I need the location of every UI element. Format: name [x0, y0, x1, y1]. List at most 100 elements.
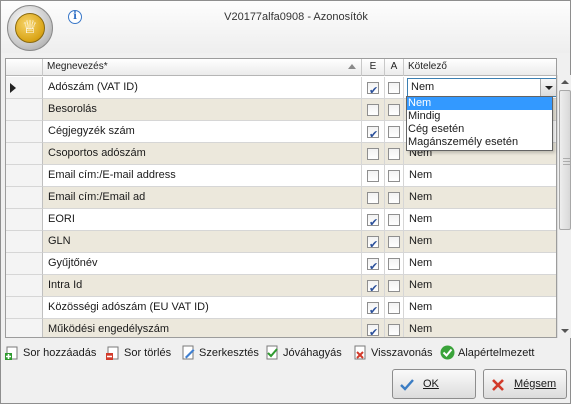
approve-button[interactable]: Jóváhagyás	[265, 344, 342, 362]
cell-name[interactable]: Adószám (VAT ID)	[43, 77, 362, 99]
cell-kotelezo[interactable]: Nem	[404, 165, 556, 187]
row-indicator[interactable]	[6, 297, 43, 319]
cell-name[interactable]: Besorolás	[43, 99, 362, 121]
table-row[interactable]: EORI Nem	[6, 209, 556, 231]
delete-row-label: Sor törlés	[124, 347, 172, 359]
checkbox-e[interactable]	[367, 148, 379, 160]
row-indicator[interactable]	[6, 99, 43, 121]
column-header-name[interactable]: Megnevezés*	[43, 59, 362, 76]
table-row[interactable]: Intra Id Nem	[6, 275, 556, 297]
cell-kotelezo[interactable]: Nem	[404, 297, 556, 319]
checkbox-e[interactable]	[367, 192, 379, 204]
cell-a	[385, 297, 404, 319]
row-indicator[interactable]	[6, 121, 43, 143]
checkbox-a[interactable]	[388, 104, 400, 116]
app-logo[interactable]: ♕	[7, 5, 53, 51]
cell-name[interactable]: Gyűjtőnév	[43, 253, 362, 275]
cell-name[interactable]: EORI	[43, 209, 362, 231]
row-indicator[interactable]	[6, 77, 43, 99]
current-row-pointer-icon	[10, 83, 16, 93]
checkbox-e[interactable]	[367, 322, 379, 337]
row-indicator[interactable]	[6, 319, 43, 337]
table-row[interactable]: Email cím:/E-mail address Nem	[6, 165, 556, 187]
row-indicator[interactable]	[6, 275, 43, 297]
cell-name[interactable]: Cégjegyzék szám	[43, 121, 362, 143]
cell-kotelezo[interactable]: Nem	[404, 187, 556, 209]
ok-label: OK	[423, 378, 439, 390]
dropdown-option-ceg-eseten[interactable]: Cég esetén	[407, 123, 552, 136]
cell-kotelezo[interactable]: Nem	[404, 253, 556, 275]
revert-button[interactable]: Visszavonás	[353, 344, 433, 362]
cell-e	[362, 77, 385, 99]
row-indicator[interactable]	[6, 187, 43, 209]
edit-button[interactable]: Szerkesztés	[181, 344, 259, 362]
delete-row-button[interactable]: Sor törlés	[106, 344, 171, 362]
scroll-up-icon[interactable]	[558, 75, 571, 89]
ok-button[interactable]: OK	[392, 369, 476, 399]
checkbox-e[interactable]	[367, 212, 379, 230]
cell-a	[385, 99, 404, 121]
row-indicator[interactable]	[6, 165, 43, 187]
column-header-a[interactable]: A	[385, 59, 404, 76]
checkbox-e[interactable]	[367, 170, 379, 182]
scroll-thumb[interactable]: — — —	[559, 90, 571, 230]
grid-vertical-scrollbar[interactable]: — — —	[557, 75, 571, 338]
checkbox-a[interactable]	[388, 258, 400, 270]
cell-kotelezo[interactable]: Nem	[404, 319, 556, 337]
kotelezo-combobox[interactable]: Nem	[407, 78, 556, 97]
cell-name[interactable]: Közösségi adószám (EU VAT ID)	[43, 297, 362, 319]
checkbox-e[interactable]	[367, 80, 379, 98]
cell-name[interactable]: GLN	[43, 231, 362, 253]
checkbox-a[interactable]	[388, 324, 400, 336]
row-indicator[interactable]	[6, 209, 43, 231]
dropdown-option-mindig[interactable]: Mindig	[407, 110, 552, 123]
dialog-window: ♕ i V20177alfa0908 - Azonosítók Megnevez…	[0, 0, 571, 404]
checkbox-e[interactable]	[367, 256, 379, 274]
row-indicator[interactable]	[6, 143, 43, 165]
cell-kotelezo[interactable]: Nem	[404, 231, 556, 253]
column-header-kotelezo[interactable]: Kötelező	[404, 59, 556, 76]
dropdown-option-nem[interactable]: Nem	[407, 97, 552, 110]
cell-name[interactable]: Működési engedélyszám	[43, 319, 362, 337]
cell-kotelezo[interactable]: Nem	[404, 209, 556, 231]
cell-name[interactable]: Intra Id	[43, 275, 362, 297]
checkbox-a[interactable]	[388, 148, 400, 160]
add-row-button[interactable]: Sor hozzáadás	[5, 344, 96, 362]
checkbox-e[interactable]	[367, 124, 379, 142]
table-row[interactable]: Közösségi adószám (EU VAT ID) Nem	[6, 297, 556, 319]
table-row[interactable]: GLN Nem	[6, 231, 556, 253]
checkbox-a[interactable]	[388, 82, 400, 94]
edit-icon	[182, 345, 195, 360]
checkbox-e[interactable]	[367, 234, 379, 252]
scroll-down-icon[interactable]	[558, 324, 571, 338]
checkbox-a[interactable]	[388, 126, 400, 138]
checkbox-a[interactable]	[388, 302, 400, 314]
checkbox-a[interactable]	[388, 214, 400, 226]
checkbox-a[interactable]	[388, 280, 400, 292]
cell-e	[362, 297, 385, 319]
checkbox-e[interactable]	[367, 278, 379, 296]
dropdown-option-maganszemely-eseten[interactable]: Magánszemély esetén	[407, 136, 552, 149]
cell-kotelezo[interactable]: Nem	[404, 275, 556, 297]
checkbox-a[interactable]	[388, 170, 400, 182]
cancel-button[interactable]: Mégsem	[483, 369, 567, 399]
table-row[interactable]: Gyűjtőnév Nem	[6, 253, 556, 275]
checkbox-a[interactable]	[388, 192, 400, 204]
checkbox-e[interactable]	[367, 300, 379, 318]
table-row[interactable]: Email cím:/Email ad Nem	[6, 187, 556, 209]
row-indicator[interactable]	[6, 253, 43, 275]
default-button[interactable]: Alapértelmezett	[440, 344, 534, 362]
checkbox-a[interactable]	[388, 236, 400, 248]
chevron-down-icon[interactable]	[540, 79, 556, 96]
table-row[interactable]: Működési engedélyszám Nem	[6, 319, 556, 337]
row-indicator[interactable]	[6, 231, 43, 253]
info-icon[interactable]: i	[68, 10, 82, 24]
checkbox-e[interactable]	[367, 104, 379, 116]
default-label: Alapértelmezett	[458, 347, 535, 359]
cell-name[interactable]: Email cím:/Email ad	[43, 187, 362, 209]
cell-name[interactable]: Email cím:/E-mail address	[43, 165, 362, 187]
cell-a	[385, 77, 404, 99]
app-logo-icon: ♕	[15, 13, 45, 43]
cell-name[interactable]: Csoportos adószám	[43, 143, 362, 165]
column-header-e[interactable]: E	[362, 59, 385, 76]
